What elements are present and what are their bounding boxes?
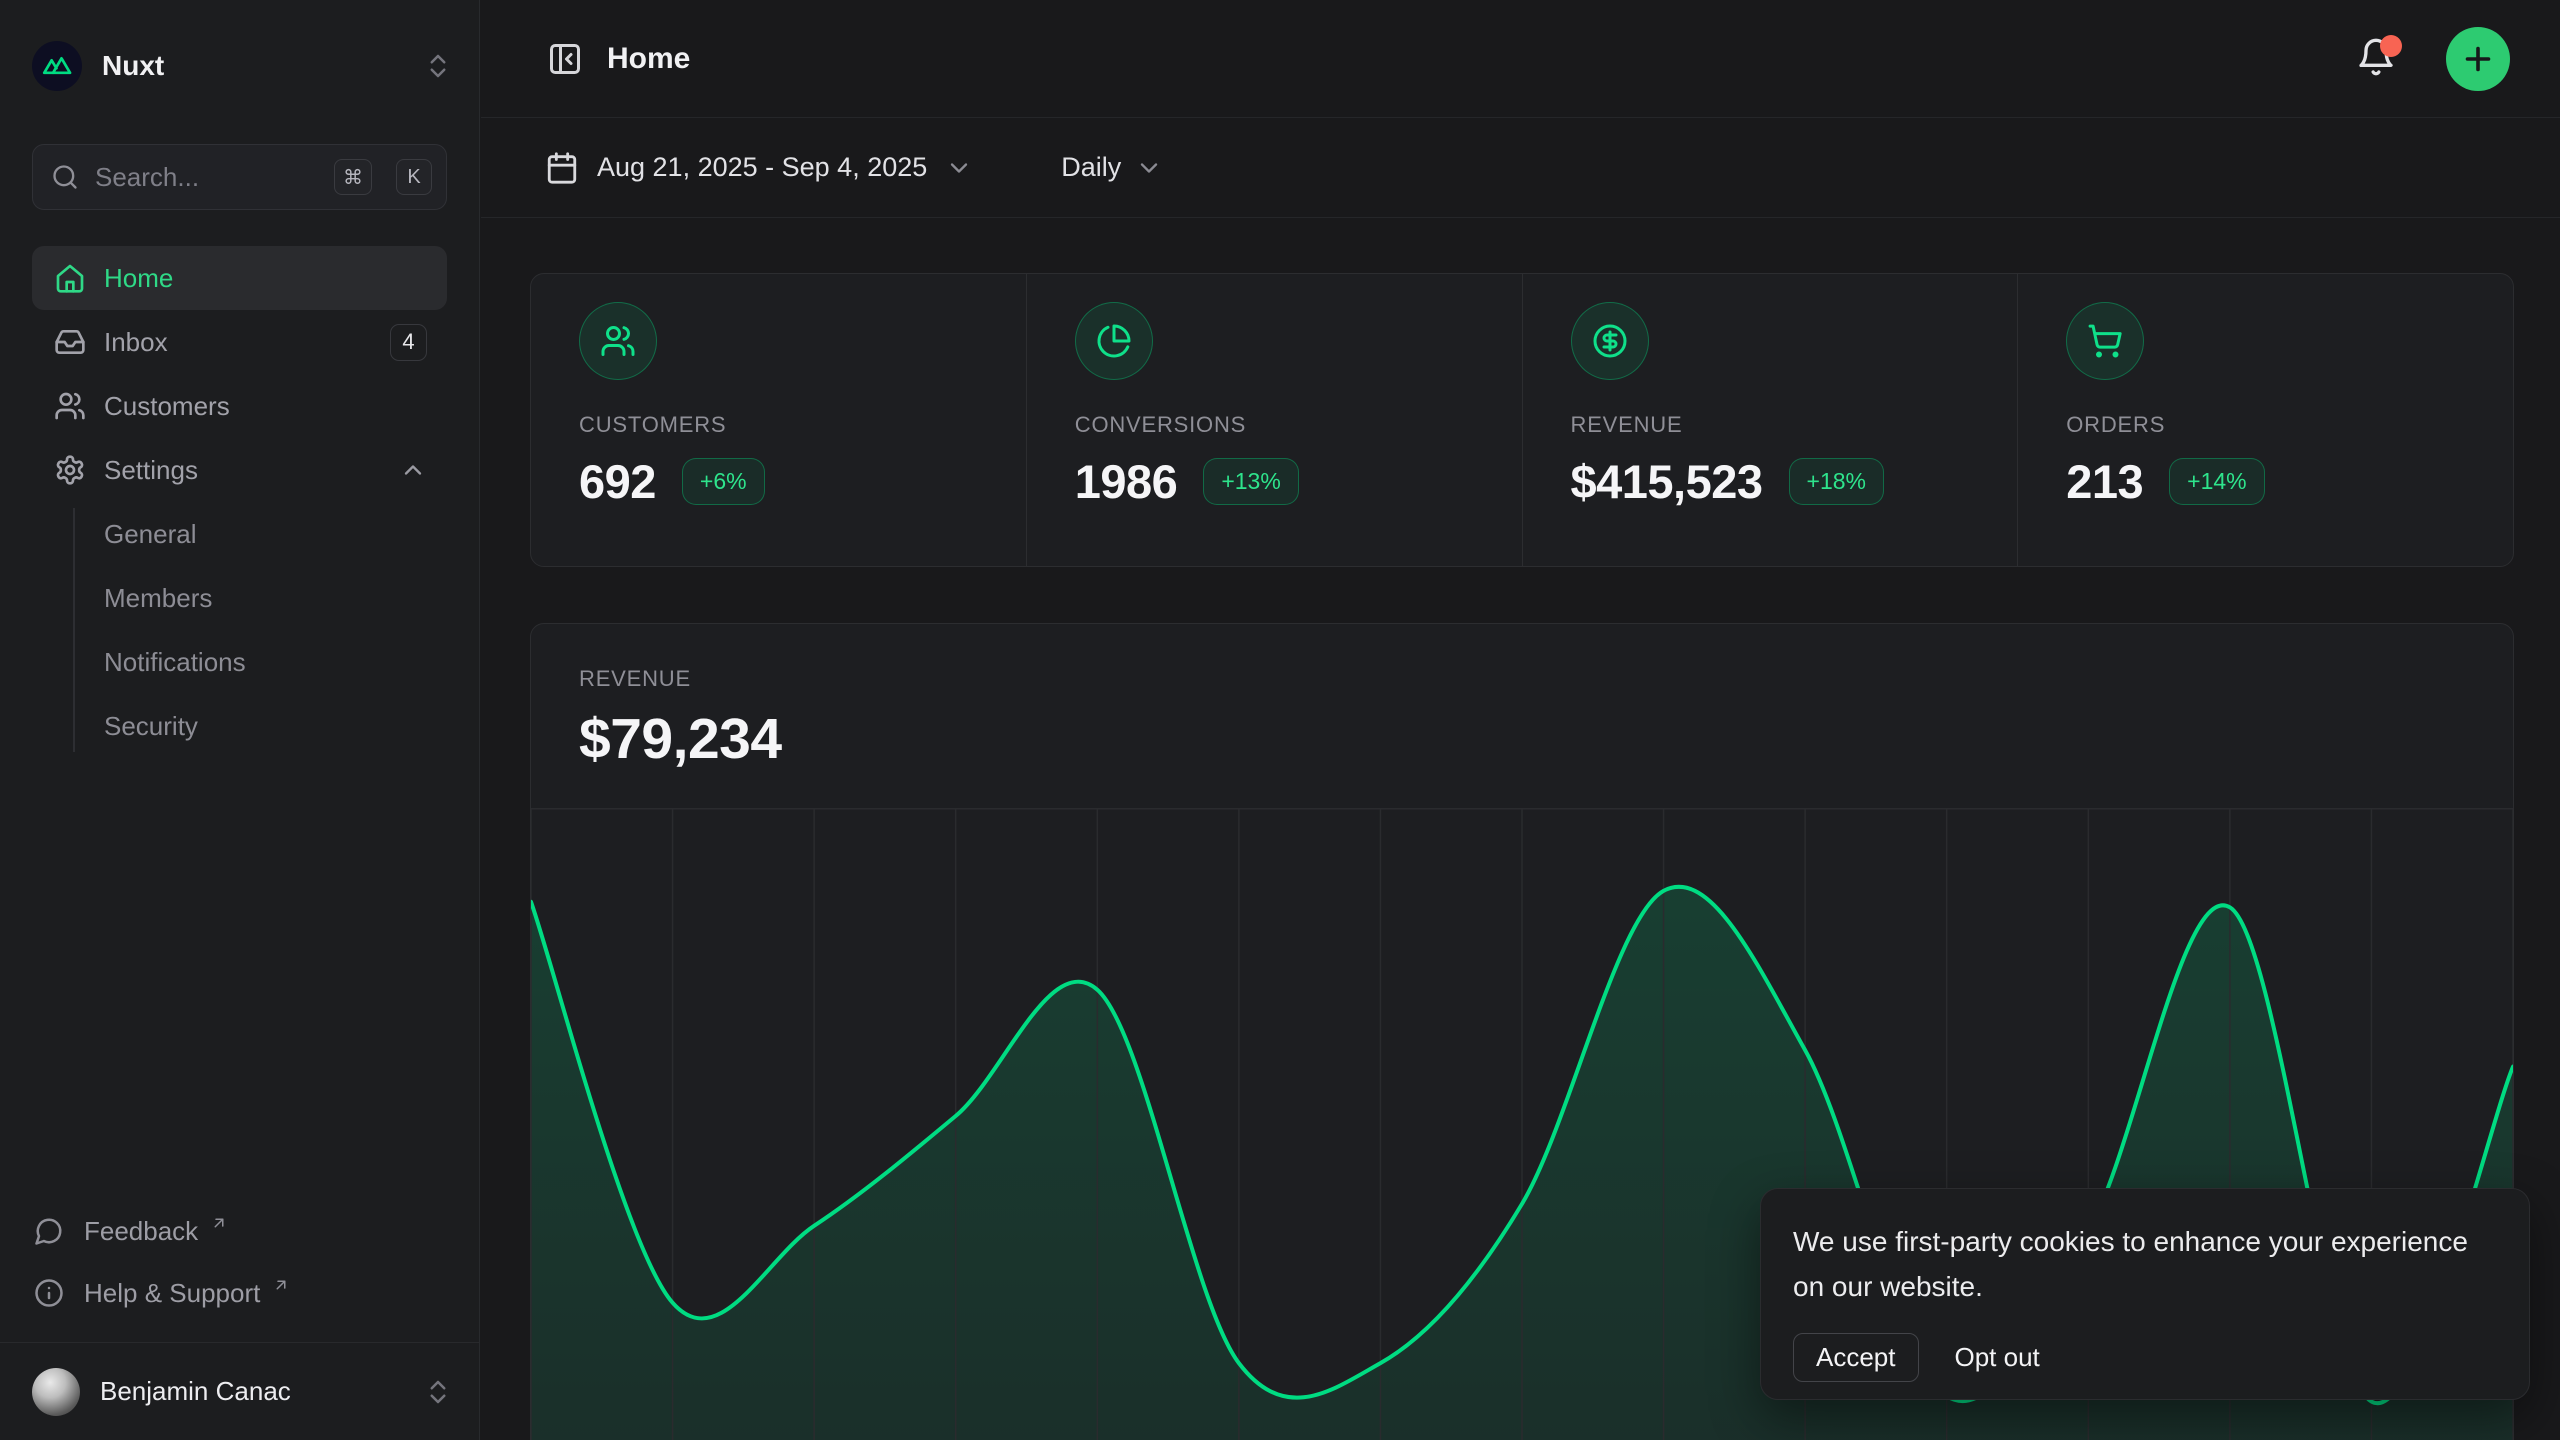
opt-out-button[interactable]: Opt out [1955,1342,2040,1373]
chevrons-up-down-icon [423,1377,453,1407]
arrow-up-right-icon [272,1276,290,1294]
stat-card-revenue[interactable]: REVENUE $415,523 +18% [1522,274,2018,566]
sidebar-item-home[interactable]: Home [32,246,447,310]
sidebar-item-label: Home [104,263,173,294]
granularity-select[interactable]: Daily [1061,152,1163,183]
chevrons-up-down-icon [423,51,453,81]
search-input[interactable]: Search... ⌘ K [32,144,447,210]
gear-icon [54,454,86,486]
dollar-circle-icon [1571,302,1649,380]
info-icon [34,1278,64,1308]
sidebar: Nuxt Search... ⌘ K Home Inbox 4 Customers Se… [0,0,480,1440]
kbd-k: K [396,159,432,195]
cookie-message: We use first-party cookies to enhance yo… [1793,1219,2483,1309]
sidebar-spacer [0,758,479,1200]
inbox-icon [54,326,86,358]
notifications-button[interactable] [2356,37,2400,81]
stat-label: ORDERS [2066,412,2513,438]
pie-chart-icon [1075,302,1153,380]
dashboard-app: Nuxt Search... ⌘ K Home Inbox 4 Customers Se… [0,0,2560,1440]
stat-value: 692 [579,454,656,509]
stat-delta-badge: +6% [682,458,765,505]
sidebar-item-settings[interactable]: Settings [32,438,447,502]
stat-label: CUSTOMERS [579,412,1026,438]
stat-value: 1986 [1075,454,1178,509]
sidebar-item-customers[interactable]: Customers [32,374,447,438]
sidebar-item-label: Inbox [104,327,168,358]
user-name: Benjamin Canac [100,1376,403,1407]
help-label: Help & Support [84,1278,260,1309]
cart-icon [2066,302,2144,380]
home-icon [54,262,86,294]
chevron-down-icon [945,154,973,182]
revenue-chart-value: $79,234 [579,706,2513,772]
sidebar-subitem-notifications[interactable]: Notifications [104,630,447,694]
notification-dot [2380,35,2402,57]
sidebar-subitem-members[interactable]: Members [104,566,447,630]
stat-card-orders[interactable]: ORDERS 213 +14% [2017,274,2513,566]
stat-delta-badge: +18% [1789,458,1884,505]
user-menu[interactable]: Benjamin Canac [0,1342,479,1440]
add-button[interactable] [2446,27,2510,91]
stat-value: $415,523 [1571,454,1763,509]
stat-card-conversions[interactable]: CONVERSIONS 1986 +13% [1026,274,1522,566]
date-range-value: Aug 21, 2025 - Sep 4, 2025 [597,152,927,183]
search-placeholder: Search... [95,162,318,193]
revenue-chart-label: REVENUE [579,666,2513,692]
sidebar-subitem-security[interactable]: Security [104,694,447,758]
calendar-icon [545,151,579,185]
avatar [32,1368,80,1416]
arrow-up-right-icon [210,1214,228,1232]
chevron-down-icon [1135,154,1163,182]
stat-delta-badge: +14% [2169,458,2264,505]
kbd-cmd: ⌘ [334,159,372,195]
sidebar-item-label: Settings [104,455,198,486]
page-title: Home [607,42,2356,76]
stat-value-row: 213 +14% [2066,454,2513,509]
stat-delta-badge: +13% [1203,458,1298,505]
help-link[interactable]: Help & Support [32,1262,447,1324]
users-group-icon [579,302,657,380]
users-icon [54,390,86,422]
stat-value-row: $415,523 +18% [1571,454,2018,509]
feedback-link[interactable]: Feedback [32,1200,447,1262]
stat-card-customers[interactable]: CUSTOMERS 692 +6% [531,274,1026,566]
stat-label: REVENUE [1571,412,2018,438]
filters-toolbar: Aug 21, 2025 - Sep 4, 2025 Daily [481,118,2560,218]
stats-card: CUSTOMERS 692 +6% CONVERSIONS 1986 +13% REVENU… [530,273,2514,567]
sidebar-subnav-settings: GeneralMembersNotificationsSecurity [32,502,447,758]
sidebar-footer-links: Feedback Help & Support [32,1200,447,1324]
inbox-count-badge: 4 [390,324,427,361]
granularity-value: Daily [1061,152,1121,183]
cookie-banner: We use first-party cookies to enhance yo… [1760,1188,2530,1400]
page-header: Home [481,0,2560,118]
chat-icon [34,1216,64,1246]
sidebar-item-inbox[interactable]: Inbox 4 [32,310,447,374]
workspace-name: Nuxt [102,50,403,82]
sidebar-collapse-button[interactable] [545,39,585,79]
nuxt-logo-icon [32,41,82,91]
chevron-up-icon [399,456,427,484]
search-icon [51,163,79,191]
revenue-chart-header: REVENUE $79,234 [531,624,2513,772]
stat-value-row: 692 +6% [579,454,1026,509]
workspace-switcher[interactable]: Nuxt [32,26,453,106]
accept-button[interactable]: Accept [1793,1333,1919,1382]
date-range-picker[interactable]: Aug 21, 2025 - Sep 4, 2025 [545,151,973,185]
sidebar-subitem-general[interactable]: General [104,502,447,566]
stat-value: 213 [2066,454,2143,509]
sidebar-nav: Home Inbox 4 Customers Settings GeneralMember… [32,246,447,758]
stat-value-row: 1986 +13% [1075,454,1522,509]
cookie-actions: Accept Opt out [1793,1333,2493,1382]
stat-label: CONVERSIONS [1075,412,1522,438]
feedback-label: Feedback [84,1216,198,1247]
sidebar-item-label: Customers [104,391,230,422]
